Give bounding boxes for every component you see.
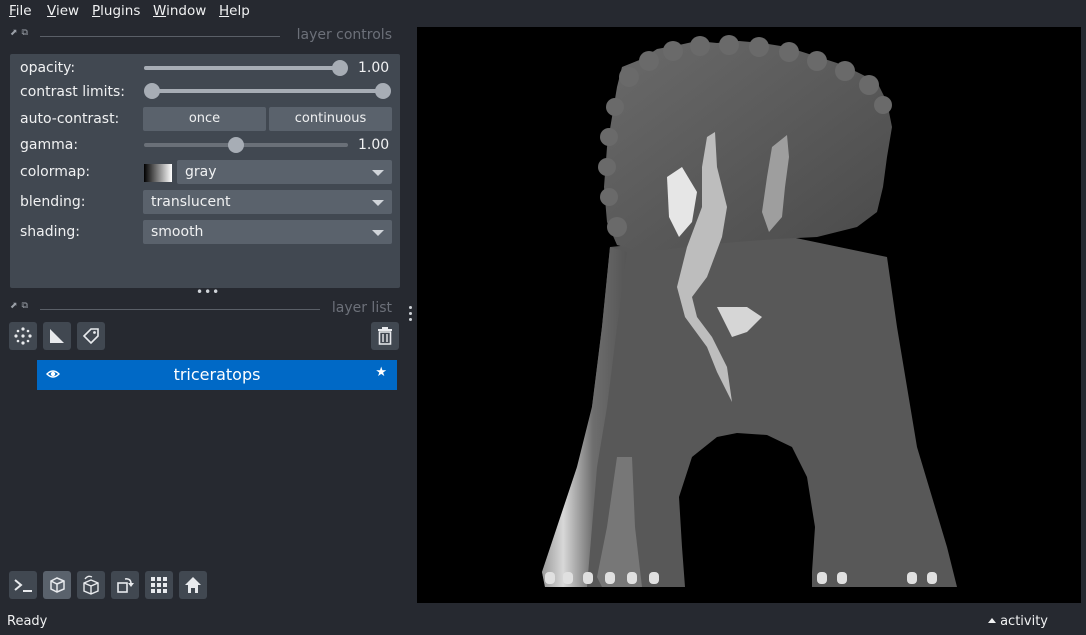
statusbar: Ready activity <box>0 610 1086 635</box>
blending-dropdown[interactable]: translucent <box>143 190 392 214</box>
shading-value: smooth <box>151 224 204 240</box>
chevron-down-icon <box>372 200 384 206</box>
points-icon <box>14 327 32 345</box>
dock-float-close-icons[interactable]: ⬈⧉ <box>10 28 32 38</box>
transpose-dims-button[interactable] <box>111 571 139 599</box>
vertical-splitter-handle[interactable] <box>409 306 413 324</box>
layer-controls-dock-title: ⬈⧉ layer controls <box>0 27 392 44</box>
dock-float-close-icons[interactable]: ⬈⧉ <box>10 301 32 311</box>
dock-splitter-handle[interactable]: ••• <box>196 285 220 299</box>
delete-layer-button[interactable] <box>371 322 399 350</box>
chevron-down-icon <box>372 170 384 176</box>
gamma-label: gamma: <box>20 137 79 153</box>
3d-cube-icon <box>50 577 65 593</box>
dock-title-line <box>40 309 320 310</box>
auto-contrast-once-button[interactable]: once <box>143 107 266 131</box>
menu-window[interactable]: Window <box>153 3 206 19</box>
colormap-dropdown[interactable]: gray <box>177 160 392 184</box>
colormap-value: gray <box>185 164 217 180</box>
auto-contrast-continuous-button[interactable]: continuous <box>269 107 392 131</box>
new-points-layer-button[interactable] <box>9 322 37 350</box>
menu-view[interactable]: View <box>47 3 79 19</box>
auto-contrast-label: auto-contrast: <box>20 111 120 127</box>
contrast-limits-label: contrast limits: <box>20 84 125 100</box>
triceratops-mesh-render <box>542 35 957 587</box>
layer-controls-panel: opacity: 1.00 contrast limits: auto-cont… <box>10 54 400 288</box>
opacity-label: opacity: <box>20 60 76 76</box>
colormap-swatch <box>144 164 172 182</box>
blending-value: translucent <box>151 194 231 210</box>
labels-icon <box>82 328 99 345</box>
grid-icon <box>151 577 167 593</box>
opacity-slider-fill <box>144 66 340 70</box>
home-icon <box>185 577 201 593</box>
shading-label: shading: <box>20 224 80 240</box>
caret-up-icon <box>988 618 997 623</box>
dock-title-line <box>40 36 280 37</box>
new-shapes-layer-button[interactable] <box>43 322 71 350</box>
menu-plugins[interactable]: Plugins <box>92 3 140 19</box>
layer-type-star-icon: ★ <box>375 365 387 380</box>
shading-dropdown[interactable]: smooth <box>143 220 392 244</box>
colormap-label: colormap: <box>20 164 91 180</box>
layer-row-triceratops[interactable]: triceratops ★ <box>37 360 397 390</box>
blending-label: blending: <box>20 194 86 210</box>
menubar: File View Plugins Window Help <box>0 0 1086 24</box>
contrast-limits-high-handle[interactable] <box>375 83 391 99</box>
activity-button[interactable]: activity <box>988 614 1048 629</box>
chevron-down-icon <box>372 230 384 236</box>
gamma-slider-handle[interactable] <box>227 137 244 153</box>
menu-help[interactable]: Help <box>219 3 250 19</box>
roll-icon <box>83 575 99 595</box>
trash-icon <box>378 327 392 345</box>
ndisplay-toggle-button[interactable] <box>43 571 71 599</box>
contrast-limits-fill <box>152 89 383 93</box>
viewer-canvas[interactable] <box>417 27 1081 603</box>
layer-list-title: layer list <box>331 300 392 316</box>
home-button[interactable] <box>179 571 207 599</box>
transpose-icon <box>117 578 134 593</box>
shapes-icon <box>50 329 64 343</box>
console-button[interactable] <box>9 571 37 599</box>
opacity-value: 1.00 <box>358 60 390 76</box>
menu-file[interactable]: File <box>9 3 32 19</box>
gamma-slider[interactable] <box>144 143 348 147</box>
status-text: Ready <box>7 614 48 629</box>
layer-list-dock-title: ⬈⧉ layer list <box>0 300 392 317</box>
contrast-limits-low-handle[interactable] <box>144 83 160 99</box>
console-icon <box>14 579 32 592</box>
new-labels-layer-button[interactable] <box>77 322 105 350</box>
activity-label: activity <box>1000 614 1048 629</box>
grid-view-button[interactable] <box>145 571 173 599</box>
gamma-value: 1.00 <box>358 137 390 153</box>
roll-dims-button[interactable] <box>77 571 105 599</box>
layer-name: triceratops <box>173 365 261 384</box>
opacity-slider-handle[interactable] <box>332 60 348 76</box>
layer-controls-title: layer controls <box>296 27 392 43</box>
